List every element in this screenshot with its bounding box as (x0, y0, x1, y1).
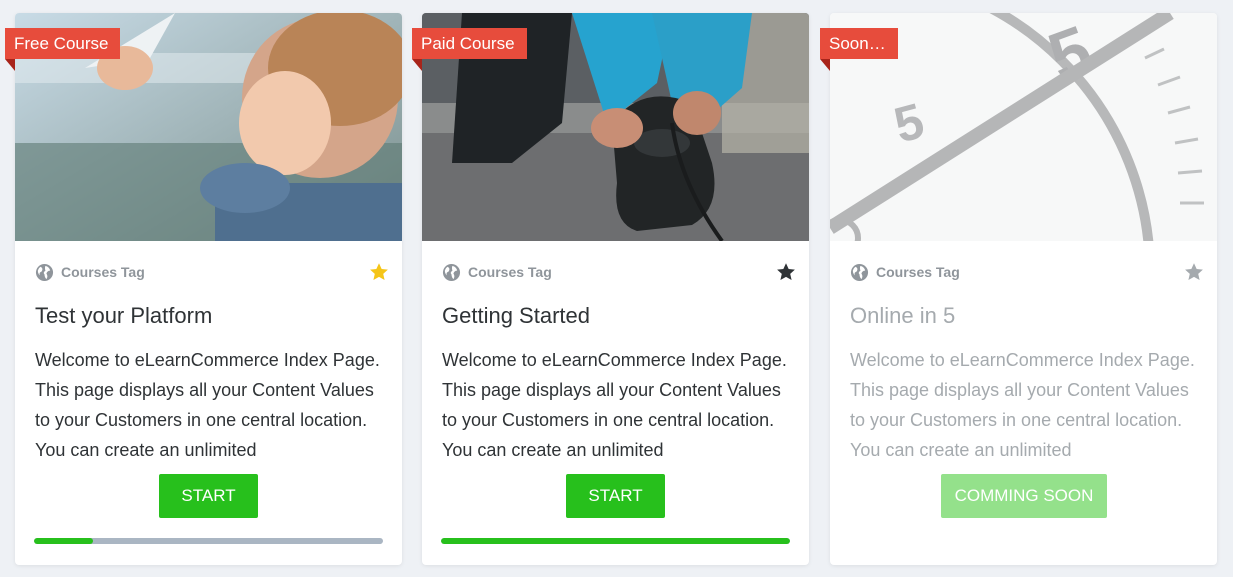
favorite-star-icon[interactable] (1183, 261, 1205, 283)
course-title[interactable]: Getting Started (442, 303, 789, 329)
favorite-star-icon[interactable] (368, 261, 390, 283)
progress-bar (441, 538, 790, 544)
favorite-star-icon[interactable] (775, 261, 797, 283)
course-card: Free Course Courses Tag Test your Platfo… (5, 13, 402, 565)
course-tag-label[interactable]: Courses Tag (61, 264, 145, 280)
globe-icon (442, 263, 461, 281)
progress-fill (34, 538, 94, 544)
course-tag-label[interactable]: Courses Tag (468, 264, 552, 280)
course-card: 5 5 Soon… Courses Tag Online in 5 Welcom… (820, 13, 1217, 565)
course-type-ribbon: Paid Course (412, 28, 527, 71)
progress-bar (34, 538, 383, 544)
course-tag-row: Courses Tag (850, 261, 1205, 283)
course-title: Online in 5 (850, 303, 956, 328)
globe-icon (35, 263, 54, 281)
start-button[interactable]: START (566, 474, 665, 518)
progress-fill (441, 538, 790, 544)
course-tag-row: Courses Tag (442, 261, 797, 283)
star-shape (777, 263, 795, 280)
course-type-ribbon: Soon… (820, 28, 898, 71)
start-button[interactable]: START (159, 474, 258, 518)
course-description: Welcome to eLearnCommerce Index Page. Th… (442, 350, 787, 460)
course-tag-row: Courses Tag (35, 261, 390, 283)
course-title[interactable]: Test your Platform (35, 303, 382, 329)
course-description: Welcome to eLearnCommerce Index Page. Th… (850, 350, 1195, 460)
course-card: Paid Course Courses Tag Getting Started … (412, 13, 809, 565)
star-shape (1185, 263, 1203, 280)
coming-soon-button[interactable]: COMMING SOON (941, 474, 1107, 518)
course-type-ribbon: Free Course (5, 28, 121, 71)
star-shape (370, 263, 388, 280)
course-description: Welcome to eLearnCommerce Index Page. Th… (35, 350, 380, 460)
course-tag-label[interactable]: Courses Tag (876, 264, 960, 280)
globe-icon (850, 263, 869, 281)
